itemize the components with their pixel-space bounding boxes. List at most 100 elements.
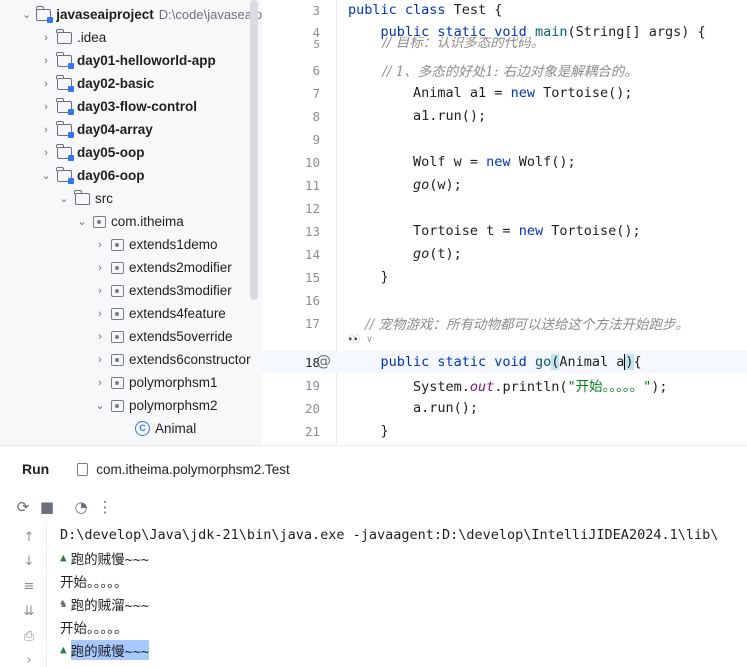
code-line[interactable]: 11 go(w); <box>262 174 747 196</box>
soft-wrap-icon[interactable]: ≡ <box>20 579 38 594</box>
tree-item-src[interactable]: ⌄ src <box>0 187 262 210</box>
tree-item-day04[interactable]: › day04-array <box>0 118 262 141</box>
tree-item-day06[interactable]: ⌄ day06-oop <box>0 164 262 187</box>
line-number: 16 <box>304 292 320 308</box>
tree-item-label: day01-helloworld-app <box>77 53 216 68</box>
code-line[interactable]: 10 Wolf w = new Wolf(); <box>262 151 747 173</box>
chevron-down-icon[interactable]: ⌄ <box>94 399 106 412</box>
console-text: D:\develop\Java\jdk-21\bin\java.exe -jav… <box>60 526 719 543</box>
expand-icon[interactable]: › <box>20 653 38 667</box>
tree-item-javaseaiproject[interactable]: ⌄ javaseaiproject D:\code\javaseaip <box>0 3 262 26</box>
chevron-right-icon[interactable]: › <box>40 32 52 44</box>
chevron-right-icon[interactable]: › <box>94 331 106 343</box>
console-text: 跑的贼慢~~~ <box>70 551 150 568</box>
code-comment: // 目标：认识多态的代码。 <box>348 37 545 51</box>
code-line[interactable]: 16 <box>262 289 747 311</box>
line-number: 20 <box>304 400 320 416</box>
chevron-right-icon[interactable]: › <box>40 78 52 90</box>
tree-item-label: extends1demo <box>129 237 218 252</box>
code-text: public class Test { <box>348 2 503 18</box>
chevron-right-icon[interactable]: › <box>40 147 52 159</box>
package-icon <box>111 353 124 366</box>
tree-item-polymorphsm1[interactable]: › polymorphsm1 <box>0 371 262 394</box>
chevron-right-icon[interactable]: › <box>94 354 106 366</box>
folder-icon <box>74 189 90 205</box>
tree-item-extends2modifier[interactable]: › extends2modifier <box>0 256 262 279</box>
chevron-right-icon[interactable]: › <box>94 262 106 274</box>
chevron-down-icon[interactable]: ⌄ <box>76 215 88 228</box>
tree-item-day02[interactable]: › day02-basic <box>0 72 262 95</box>
scroll-to-end-icon[interactable]: ⇊ <box>20 604 38 619</box>
code-line[interactable]: 8 a1.run(); <box>262 105 747 127</box>
code-comment: // 宠物游戏：所有动物都可以送给这个方法开始跑步。 <box>348 317 690 333</box>
run-config-icon <box>77 462 89 476</box>
code-line[interactable]: 14 go(t); <box>262 243 747 265</box>
tree-item-idea[interactable]: › .idea <box>0 26 262 49</box>
folder-icon <box>56 28 72 44</box>
code-line[interactable]: 21 } <box>262 420 747 442</box>
module-folder-icon <box>56 143 74 161</box>
code-line[interactable]: 9 <box>262 128 747 150</box>
up-icon[interactable]: ↑ <box>20 530 38 545</box>
tree-item-day05[interactable]: › day05-oop <box>0 141 262 164</box>
print-icon[interactable]: ⎙ <box>20 629 38 644</box>
code-line-current[interactable]: 18 public static void go(Animal a){ <box>262 351 747 373</box>
run-tool-window: Run com.itheima.polymorphsm2.Test ⟳ ■ ◔ … <box>0 445 747 667</box>
code-line[interactable]: 20 a.run(); <box>262 397 747 419</box>
chevron-right-icon[interactable]: › <box>94 285 106 297</box>
tree-item-extends4feature[interactable]: › extends4feature <box>0 302 262 325</box>
tree-item-extends5override[interactable]: › extends5override <box>0 325 262 348</box>
profiler-icon[interactable]: ◔ <box>72 498 90 516</box>
code-line[interactable]: 5 // 目标：认识多态的代码。 <box>262 37 747 51</box>
code-line[interactable]: 7 Animal a1 = new Tortoise(); <box>262 82 747 104</box>
chevron-right-icon[interactable]: › <box>94 239 106 251</box>
chevron-down-icon[interactable]: ⌄ <box>40 169 52 182</box>
chevron-down-icon[interactable]: ⌄ <box>58 192 70 205</box>
code-line[interactable]: 15 } <box>262 266 747 288</box>
tree-item-label: extends2modifier <box>129 260 232 275</box>
chevron-right-icon[interactable]: › <box>40 101 52 113</box>
code-editor[interactable]: 3 public class Test { 4 public static vo… <box>262 0 747 445</box>
tree-item-label: day03-flow-control <box>77 99 198 114</box>
package-icon <box>111 284 124 297</box>
code-line[interactable]: 3 public class Test { <box>262 0 747 21</box>
tree-item-extends1demo[interactable]: › extends1demo <box>0 233 262 256</box>
package-icon <box>111 307 124 320</box>
tree-item-extends6constructor[interactable]: › extends6constructor <box>0 348 262 371</box>
tree-item-label: extends4feature <box>129 306 226 321</box>
tree-item-com-itheima[interactable]: ⌄ com.itheima <box>0 210 262 233</box>
tree-item-day01[interactable]: › day01-helloworld-app <box>0 49 262 72</box>
stop-icon[interactable]: ■ <box>38 498 56 516</box>
code-line[interactable]: 19 System.out.println("开始。。。。。"); <box>262 374 747 396</box>
down-icon[interactable]: ↓ <box>20 554 38 569</box>
module-folder-icon <box>56 97 74 115</box>
tree-item-label: day05-oop <box>77 145 145 160</box>
turtle-icon: ▲ <box>60 551 67 564</box>
chevron-right-icon[interactable]: › <box>94 308 106 320</box>
code-line[interactable]: 13 Tortoise t = new Tortoise(); <box>262 220 747 242</box>
tree-item-label: day02-basic <box>77 76 155 91</box>
chevron-down-icon[interactable]: ⌄ <box>22 8 31 21</box>
chevron-right-icon[interactable]: › <box>94 377 106 389</box>
tree-scrollbar[interactable] <box>250 0 258 300</box>
tree-item-polymorphsm2[interactable]: ⌄ polymorphsm2 <box>0 394 262 417</box>
code-line[interactable]: 6 // 1、多态的好处1: 右边对象是解耦合的。 <box>262 59 747 81</box>
override-at-icon[interactable]: @ <box>316 352 331 370</box>
usage-inlay-hint[interactable]: 👀 ∨ <box>348 334 373 345</box>
module-folder-icon <box>56 120 74 138</box>
line-number: 12 <box>304 200 320 216</box>
code-text: } <box>348 269 389 285</box>
chevron-right-icon[interactable]: › <box>40 55 52 67</box>
tree-item-extends3modifier[interactable]: › extends3modifier <box>0 279 262 302</box>
tree-item-day03[interactable]: › day03-flow-control <box>0 95 262 118</box>
rerun-icon[interactable]: ⟳ <box>14 498 32 516</box>
run-tab[interactable]: com.itheima.polymorphsm2.Test <box>77 446 290 492</box>
run-title[interactable]: Run <box>22 461 49 477</box>
code-line[interactable]: 12 <box>262 197 747 219</box>
console-line: ▲ 跑的贼慢~~~ <box>60 638 150 661</box>
tree-item-animal[interactable]: C Animal <box>0 417 262 440</box>
code-comment: // 1、多态的好处1: 右边对象是解耦合的。 <box>348 64 638 80</box>
more-icon[interactable]: ⋮ <box>96 498 114 516</box>
chevron-right-icon[interactable]: › <box>40 124 52 136</box>
package-icon <box>111 330 124 343</box>
